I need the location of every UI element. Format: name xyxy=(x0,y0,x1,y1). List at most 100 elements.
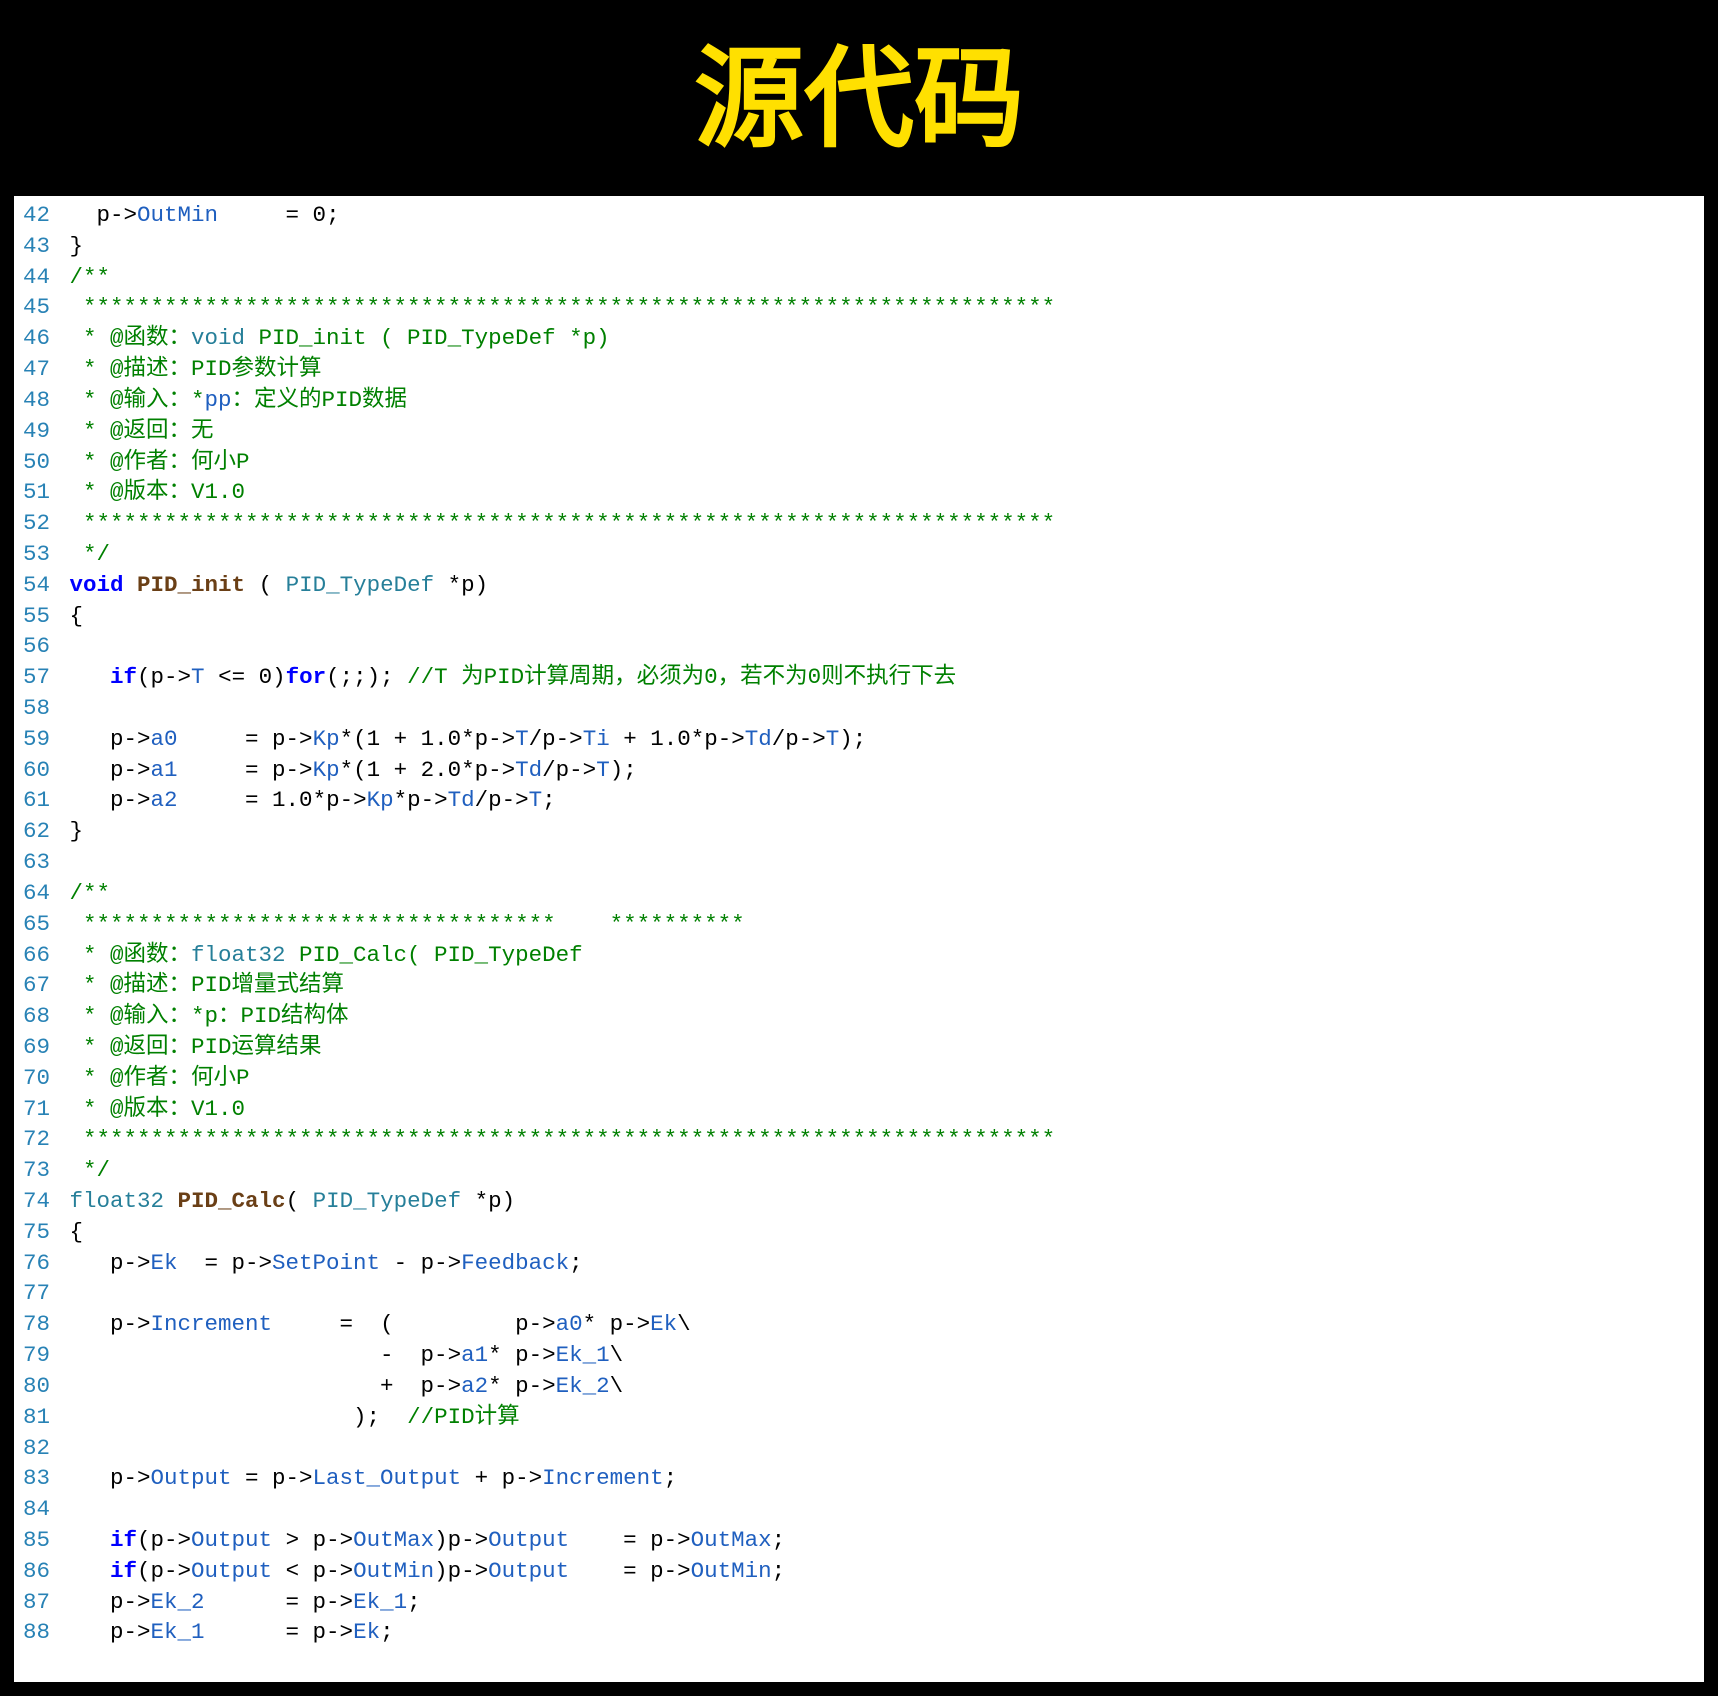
code-line[interactable]: 51 * @版本：V1.0 xyxy=(14,477,1704,508)
code-line[interactable]: 55 { xyxy=(14,601,1704,632)
code-content[interactable]: } xyxy=(56,231,1704,262)
code-line[interactable]: 64 /** xyxy=(14,878,1704,909)
code-line[interactable]: 75 { xyxy=(14,1217,1704,1248)
line-number: 83 xyxy=(14,1463,56,1494)
code-content[interactable]: ****************************************… xyxy=(56,1124,1704,1155)
code-content[interactable] xyxy=(56,847,1704,878)
code-line[interactable]: 61 p->a2 = 1.0*p->Kp*p->Td/p->T; xyxy=(14,785,1704,816)
code-content[interactable]: p->Output = p->Last_Output + p->Incremen… xyxy=(56,1463,1704,1494)
code-content[interactable]: ); //PID计算 xyxy=(56,1402,1704,1433)
line-number: 60 xyxy=(14,755,56,786)
code-content[interactable]: * @作者：何小P xyxy=(56,1063,1704,1094)
code-content[interactable]: * @返回：PID运算结果 xyxy=(56,1032,1704,1063)
code-line[interactable]: 50 * @作者：何小P xyxy=(14,447,1704,478)
code-line[interactable]: 88 p->Ek_1 = p->Ek; xyxy=(14,1617,1704,1648)
code-content[interactable]: p->Ek = p->SetPoint - p->Feedback; xyxy=(56,1248,1704,1279)
code-content[interactable]: if(p->Output > p->OutMax)p->Output = p->… xyxy=(56,1525,1704,1556)
code-content[interactable]: /** xyxy=(56,878,1704,909)
code-line[interactable]: 69 * @返回：PID运算结果 xyxy=(14,1032,1704,1063)
code-line[interactable]: 67 * @描述：PID增量式结算 xyxy=(14,970,1704,1001)
code-content[interactable]: */ xyxy=(56,539,1704,570)
code-line[interactable]: 47 * @描述：PID参数计算 xyxy=(14,354,1704,385)
code-line[interactable]: 48 * @输入：*pp：定义的PID数据 xyxy=(14,385,1704,416)
code-line[interactable]: 77 xyxy=(14,1278,1704,1309)
code-line[interactable]: 45 *************************************… xyxy=(14,292,1704,323)
code-content[interactable] xyxy=(56,1494,1704,1525)
code-line[interactable]: 74 float32 PID_Calc( PID_TypeDef *p) xyxy=(14,1186,1704,1217)
code-line[interactable]: 52 *************************************… xyxy=(14,508,1704,539)
code-content[interactable]: * @输入：*pp：定义的PID数据 xyxy=(56,385,1704,416)
code-line[interactable]: 71 * @版本：V1.0 xyxy=(14,1094,1704,1125)
code-line[interactable]: 70 * @作者：何小P xyxy=(14,1063,1704,1094)
code-content[interactable]: - p->a1* p->Ek_1\ xyxy=(56,1340,1704,1371)
code-content[interactable]: p->Increment = ( p->a0* p->Ek\ xyxy=(56,1309,1704,1340)
code-line[interactable]: 44 /** xyxy=(14,262,1704,293)
line-number: 88 xyxy=(14,1617,56,1648)
code-content[interactable]: * @描述：PID增量式结算 xyxy=(56,970,1704,1001)
code-content[interactable]: * @作者：何小P xyxy=(56,447,1704,478)
code-content[interactable]: * @返回：无 xyxy=(56,416,1704,447)
code-content[interactable]: if(p->Output < p->OutMin)p->Output = p->… xyxy=(56,1556,1704,1587)
code-content[interactable]: * @版本：V1.0 xyxy=(56,477,1704,508)
code-line[interactable]: 56 xyxy=(14,631,1704,662)
code-line[interactable]: 79 - p->a1* p->Ek_1\ xyxy=(14,1340,1704,1371)
code-content[interactable]: p->a0 = p->Kp*(1 + 1.0*p->T/p->Ti + 1.0*… xyxy=(56,724,1704,755)
code-content[interactable]: * @输入：*p：PID结构体 xyxy=(56,1001,1704,1032)
code-line[interactable]: 65 *********************************** *… xyxy=(14,909,1704,940)
code-content[interactable] xyxy=(56,1433,1704,1464)
code-content[interactable]: p->Ek_2 = p->Ek_1; xyxy=(56,1587,1704,1618)
code-content[interactable]: p->Ek_1 = p->Ek; xyxy=(56,1617,1704,1648)
code-line[interactable]: 54 void PID_init ( PID_TypeDef *p) xyxy=(14,570,1704,601)
code-content[interactable]: ****************************************… xyxy=(56,508,1704,539)
code-line[interactable]: 76 p->Ek = p->SetPoint - p->Feedback; xyxy=(14,1248,1704,1279)
code-content[interactable]: * @版本：V1.0 xyxy=(56,1094,1704,1125)
line-number: 74 xyxy=(14,1186,56,1217)
page-title: 源代码 xyxy=(14,14,1704,196)
code-content[interactable]: if(p->T <= 0)for(;;); //T 为PID计算周期，必须为0，… xyxy=(56,662,1704,693)
code-line[interactable]: 49 * @返回：无 xyxy=(14,416,1704,447)
code-line[interactable]: 68 * @输入：*p：PID结构体 xyxy=(14,1001,1704,1032)
code-line[interactable]: 86 if(p->Output < p->OutMin)p->Output = … xyxy=(14,1556,1704,1587)
code-content[interactable]: { xyxy=(56,1217,1704,1248)
code-content[interactable] xyxy=(56,1278,1704,1309)
code-line[interactable]: 78 p->Increment = ( p->a0* p->Ek\ xyxy=(14,1309,1704,1340)
code-content[interactable]: /** xyxy=(56,262,1704,293)
code-line[interactable]: 43 } xyxy=(14,231,1704,262)
code-line[interactable]: 53 */ xyxy=(14,539,1704,570)
code-line[interactable]: 82 xyxy=(14,1433,1704,1464)
code-content[interactable]: p->a1 = p->Kp*(1 + 2.0*p->Td/p->T); xyxy=(56,755,1704,786)
code-line[interactable]: 58 xyxy=(14,693,1704,724)
code-editor[interactable]: 42 p->OutMin = 0;43 }44 /**45 **********… xyxy=(14,196,1704,1682)
code-content[interactable] xyxy=(56,693,1704,724)
code-line[interactable]: 84 xyxy=(14,1494,1704,1525)
code-content[interactable]: p->OutMin = 0; xyxy=(56,200,1704,231)
code-content[interactable]: * @函数：float32 PID_Calc( PID_TypeDef xyxy=(56,940,1704,971)
code-line[interactable]: 72 *************************************… xyxy=(14,1124,1704,1155)
code-content[interactable] xyxy=(56,631,1704,662)
code-content[interactable]: void PID_init ( PID_TypeDef *p) xyxy=(56,570,1704,601)
code-line[interactable]: 46 * @函数：void PID_init ( PID_TypeDef *p) xyxy=(14,323,1704,354)
code-line[interactable]: 85 if(p->Output > p->OutMax)p->Output = … xyxy=(14,1525,1704,1556)
code-line[interactable]: 73 */ xyxy=(14,1155,1704,1186)
code-line[interactable]: 66 * @函数：float32 PID_Calc( PID_TypeDef xyxy=(14,940,1704,971)
code-content[interactable]: float32 PID_Calc( PID_TypeDef *p) xyxy=(56,1186,1704,1217)
code-line[interactable]: 87 p->Ek_2 = p->Ek_1; xyxy=(14,1587,1704,1618)
code-content[interactable]: ****************************************… xyxy=(56,292,1704,323)
code-line[interactable]: 57 if(p->T <= 0)for(;;); //T 为PID计算周期，必须… xyxy=(14,662,1704,693)
code-content[interactable]: } xyxy=(56,816,1704,847)
code-line[interactable]: 81 ); //PID计算 xyxy=(14,1402,1704,1433)
code-content[interactable]: * @描述：PID参数计算 xyxy=(56,354,1704,385)
code-line[interactable]: 62 } xyxy=(14,816,1704,847)
code-line[interactable]: 42 p->OutMin = 0; xyxy=(14,200,1704,231)
code-line[interactable]: 80 + p->a2* p->Ek_2\ xyxy=(14,1371,1704,1402)
code-content[interactable]: p->a2 = 1.0*p->Kp*p->Td/p->T; xyxy=(56,785,1704,816)
code-line[interactable]: 83 p->Output = p->Last_Output + p->Incre… xyxy=(14,1463,1704,1494)
code-content[interactable]: */ xyxy=(56,1155,1704,1186)
code-content[interactable]: { xyxy=(56,601,1704,632)
code-line[interactable]: 63 xyxy=(14,847,1704,878)
code-content[interactable]: * @函数：void PID_init ( PID_TypeDef *p) xyxy=(56,323,1704,354)
code-content[interactable]: *********************************** ****… xyxy=(56,909,1704,940)
code-line[interactable]: 60 p->a1 = p->Kp*(1 + 2.0*p->Td/p->T); xyxy=(14,755,1704,786)
code-content[interactable]: + p->a2* p->Ek_2\ xyxy=(56,1371,1704,1402)
code-line[interactable]: 59 p->a0 = p->Kp*(1 + 1.0*p->T/p->Ti + 1… xyxy=(14,724,1704,755)
